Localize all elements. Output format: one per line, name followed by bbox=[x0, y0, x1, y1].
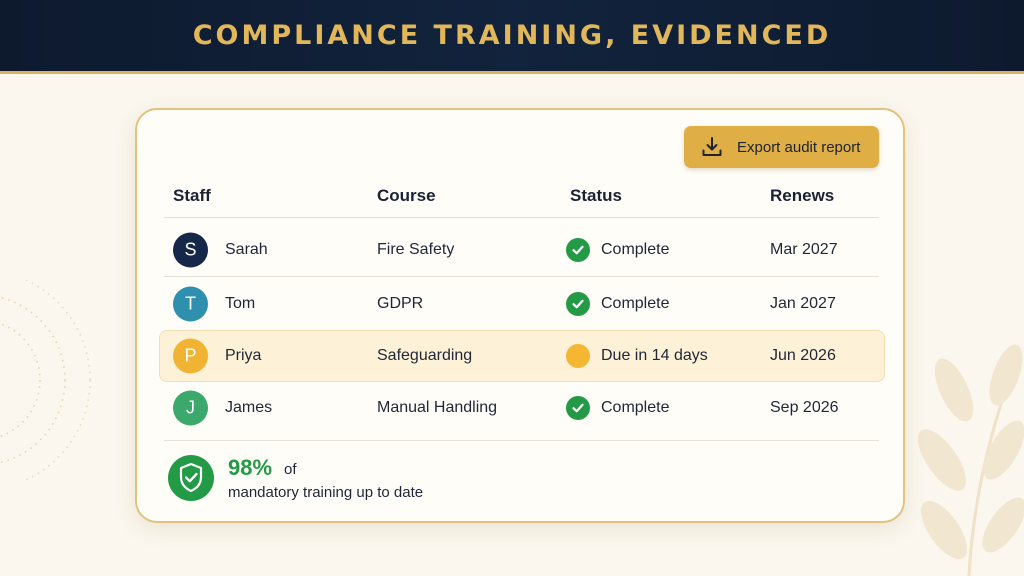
download-icon bbox=[702, 137, 722, 156]
staff-name: Sarah bbox=[225, 241, 268, 258]
renews-date: Sep 2026 bbox=[770, 399, 839, 416]
table-row[interactable]: T Tom GDPR Complete Jan 2027 bbox=[159, 278, 885, 330]
column-header-course: Course bbox=[377, 186, 436, 205]
training-card: Export audit report Staff Course Status … bbox=[135, 108, 905, 523]
summary-description: mandatory training up to date bbox=[228, 484, 424, 501]
course-name: Fire Safety bbox=[377, 241, 455, 258]
renews-date: Jan 2027 bbox=[770, 295, 836, 312]
status-text: Due in 14 days bbox=[601, 347, 708, 364]
compliance-percentage: 98% bbox=[228, 455, 273, 480]
avatar: T bbox=[173, 286, 208, 322]
check-icon bbox=[566, 396, 590, 420]
table-row[interactable]: S Sarah Fire Safety Complete Mar 2027 bbox=[159, 224, 885, 276]
pending-dot-icon bbox=[566, 344, 590, 368]
renews-date: Mar 2027 bbox=[770, 241, 838, 258]
shield-check-icon bbox=[168, 455, 214, 501]
staff-name: Tom bbox=[225, 295, 256, 312]
avatar: P bbox=[173, 338, 208, 374]
status-text: Complete bbox=[601, 399, 670, 416]
summary-of-label: of bbox=[284, 461, 297, 478]
staff-name: Priya bbox=[225, 347, 262, 364]
course-name: Manual Handling bbox=[377, 399, 498, 416]
table-row[interactable]: J James Manual Handling Complete Sep 202… bbox=[159, 382, 885, 434]
course-name: GDPR bbox=[377, 295, 424, 312]
column-header-renews: Renews bbox=[770, 186, 835, 205]
column-header-status: Status bbox=[570, 186, 622, 205]
header-banner: COMPLIANCE TRAINING, EVIDENCED bbox=[0, 0, 1024, 74]
avatar: J bbox=[173, 390, 208, 426]
check-icon bbox=[566, 238, 590, 262]
export-button-label: Export audit report bbox=[737, 138, 861, 156]
status-text: Complete bbox=[601, 241, 670, 258]
check-icon bbox=[566, 292, 590, 316]
staff-name: James bbox=[225, 399, 273, 416]
renews-date: Jun 2026 bbox=[770, 347, 836, 364]
avatar: S bbox=[173, 232, 208, 268]
course-name: Safeguarding bbox=[377, 347, 473, 364]
row-divider bbox=[164, 276, 879, 277]
status-text: Complete bbox=[601, 295, 670, 312]
page-title: COMPLIANCE TRAINING, EVIDENCED bbox=[192, 20, 832, 51]
table-row-highlighted[interactable]: P Priya Safeguarding Due in 14 days Jun … bbox=[159, 330, 885, 382]
column-header-staff: Staff bbox=[173, 186, 211, 205]
header-divider bbox=[164, 217, 879, 218]
decorative-arcs bbox=[0, 280, 91, 480]
export-audit-report-button[interactable]: Export audit report bbox=[684, 126, 879, 168]
decorative-leaves bbox=[917, 344, 1024, 576]
summary-divider bbox=[164, 440, 879, 441]
